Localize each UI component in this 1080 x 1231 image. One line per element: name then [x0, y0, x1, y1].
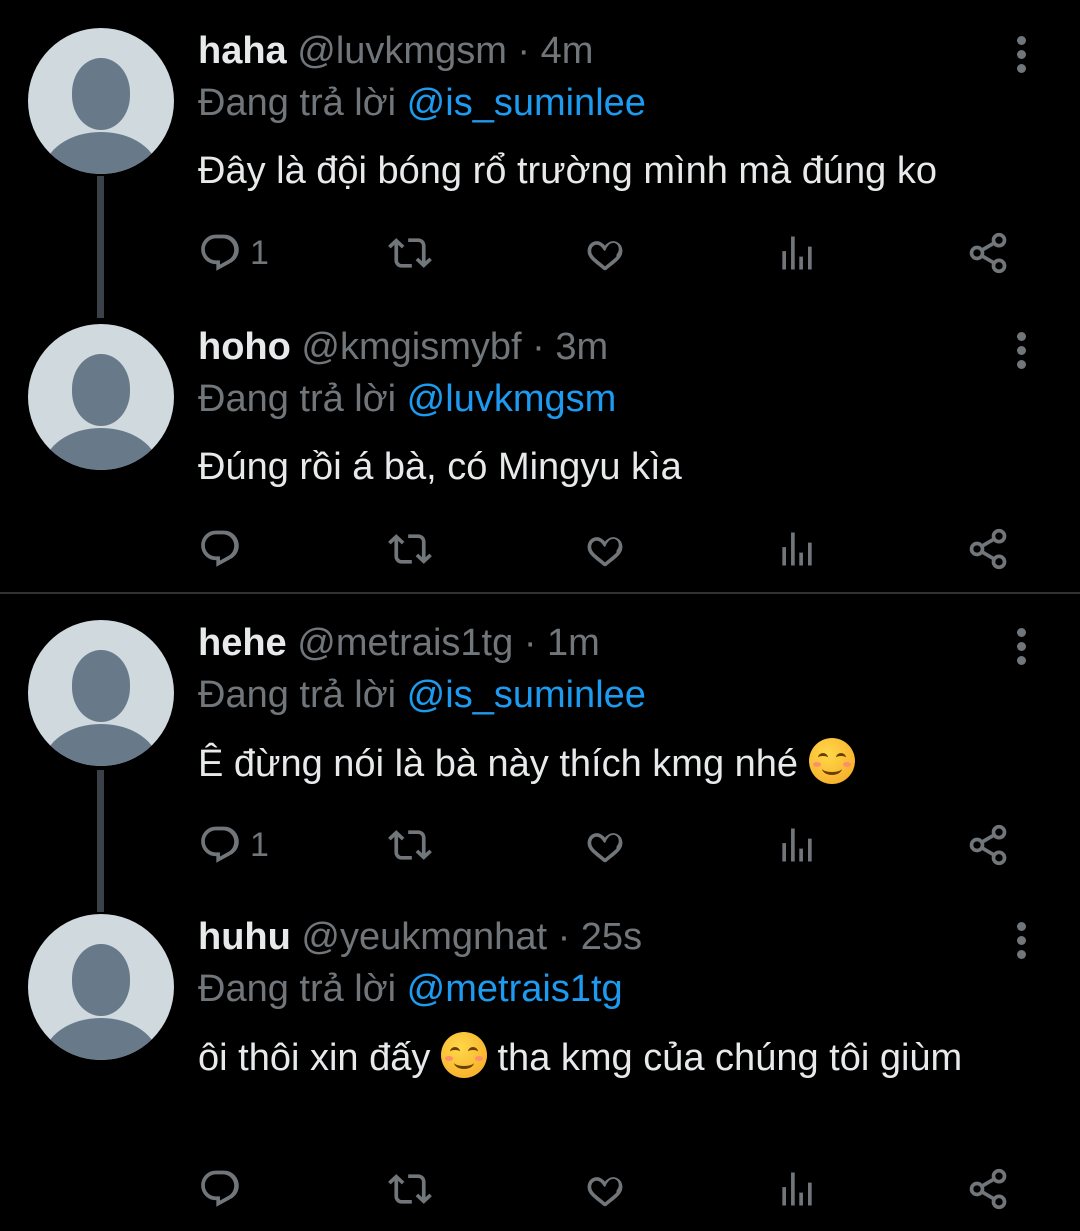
action-bar	[0, 1164, 1080, 1214]
share-icon	[966, 823, 1010, 867]
mention-link[interactable]: @is_suminlee	[407, 674, 646, 716]
timestamp[interactable]: 3m	[555, 326, 608, 368]
avatar[interactable]	[28, 620, 174, 766]
share-icon	[966, 527, 1010, 571]
reply-icon	[198, 1167, 242, 1211]
more-icon[interactable]	[1013, 332, 1029, 372]
share-button[interactable]	[966, 228, 1010, 278]
views-icon	[775, 1167, 819, 1211]
retweet-button[interactable]	[388, 228, 432, 278]
handle[interactable]: @yeukmgnhat	[301, 916, 547, 958]
replying-to: Đang trả lời @is_suminlee	[198, 80, 646, 126]
tweet-text-part: tha kmg của chúng tôi giùm	[497, 1037, 963, 1079]
views-button[interactable]	[775, 524, 819, 574]
tweet-text-part: ôi thôi xin đấy	[198, 1037, 431, 1079]
mention-link[interactable]: @is_suminlee	[407, 82, 646, 124]
retweet-button[interactable]	[388, 524, 432, 574]
reply-icon	[198, 823, 242, 867]
share-icon	[966, 231, 1010, 275]
reply-button[interactable]: 1	[198, 820, 269, 870]
reply-prefix: Đang trả lời	[198, 674, 397, 716]
reply-button[interactable]	[198, 524, 250, 574]
reply-count: 1	[250, 233, 269, 272]
reply-button[interactable]: 1	[198, 228, 269, 278]
smiling-face-emoji	[440, 1032, 487, 1078]
more-icon[interactable]	[1013, 628, 1029, 668]
replying-to: Đang trả lời @metrais1tg	[198, 966, 623, 1012]
like-button[interactable]	[583, 820, 627, 870]
like-icon	[583, 1167, 627, 1211]
display-name[interactable]: hehe	[198, 622, 287, 664]
views-button[interactable]	[775, 1164, 819, 1214]
dot-separator: ·	[532, 326, 545, 368]
retweet-button[interactable]	[388, 820, 432, 870]
tweet[interactable]: huhu @yeukmgnhat · 25s Đang trả lời @met…	[0, 886, 1080, 1231]
tweet-header: huhu @yeukmgnhat · 25s	[198, 914, 642, 960]
views-icon	[775, 527, 819, 571]
display-name[interactable]: huhu	[198, 916, 291, 958]
tweet-header: hehe @metrais1tg · 1m	[198, 620, 600, 666]
mention-link[interactable]: @luvkmgsm	[407, 378, 617, 420]
tweet-text: Đây là đội bóng rổ trường mình mà đúng k…	[198, 150, 937, 192]
display-name[interactable]: haha	[198, 30, 287, 72]
retweet-icon	[388, 527, 432, 571]
reply-count: 1	[250, 825, 269, 864]
views-icon	[775, 823, 819, 867]
tweet-text-part: Ê đừng nói là bà này thích kmg nhé	[198, 743, 799, 785]
dot-separator: ·	[557, 916, 571, 958]
views-button[interactable]	[775, 820, 819, 870]
tweet-text: ôi thôi xin đấy tha kmg của chúng tôi gi…	[198, 1032, 1038, 1083]
more-icon[interactable]	[1013, 36, 1029, 76]
replying-to: Đang trả lời @luvkmgsm	[198, 376, 616, 422]
reply-prefix: Đang trả lời	[198, 968, 397, 1010]
timestamp[interactable]: 1m	[547, 622, 600, 664]
dot-separator: ·	[517, 30, 531, 72]
avatar[interactable]	[28, 914, 174, 1060]
timestamp[interactable]: 4m	[541, 30, 594, 72]
like-icon	[583, 823, 627, 867]
replying-to: Đang trả lời @is_suminlee	[198, 672, 646, 718]
like-button[interactable]	[583, 524, 627, 574]
like-button[interactable]	[583, 228, 627, 278]
avatar[interactable]	[28, 324, 174, 470]
dot-separator: ·	[523, 622, 537, 664]
tweet[interactable]: hoho @kmgismybf · 3m Đang trả lời @luvkm…	[0, 296, 1080, 592]
smiling-face-emoji	[808, 738, 855, 784]
mention-link[interactable]: @metrais1tg	[407, 968, 623, 1010]
handle[interactable]: @kmgismybf	[301, 326, 521, 368]
tweet-text: Đúng rồi á bà, có Mingyu kìa	[198, 446, 682, 488]
action-bar	[0, 524, 1080, 574]
tweet[interactable]: hehe @metrais1tg · 1m Đang trả lời @is_s…	[0, 592, 1080, 892]
reply-prefix: Đang trả lời	[198, 378, 397, 420]
tweet-header: haha @luvkmgsm · 4m	[198, 28, 593, 74]
like-icon	[583, 527, 627, 571]
share-icon	[966, 1167, 1010, 1211]
handle[interactable]: @luvkmgsm	[297, 30, 507, 72]
like-icon	[583, 231, 627, 275]
avatar[interactable]	[28, 28, 174, 174]
reply-prefix: Đang trả lời	[198, 82, 397, 124]
tweet-text: Ê đừng nói là bà này thích kmg nhé	[198, 738, 1038, 789]
more-icon[interactable]	[1013, 922, 1029, 962]
handle[interactable]: @metrais1tg	[297, 622, 513, 664]
share-button[interactable]	[966, 820, 1010, 870]
reply-icon	[198, 527, 242, 571]
action-bar: 1	[0, 820, 1080, 870]
share-button[interactable]	[966, 524, 1010, 574]
display-name[interactable]: hoho	[198, 326, 291, 368]
retweet-icon	[388, 823, 432, 867]
share-button[interactable]	[966, 1164, 1010, 1214]
retweet-button[interactable]	[388, 1164, 432, 1214]
reply-button[interactable]	[198, 1164, 250, 1214]
retweet-icon	[388, 231, 432, 275]
action-bar: 1	[0, 228, 1080, 278]
views-button[interactable]	[775, 228, 819, 278]
retweet-icon	[388, 1167, 432, 1211]
like-button[interactable]	[583, 1164, 627, 1214]
tweet[interactable]: haha @luvkmgsm · 4m Đang trả lời @is_sum…	[0, 0, 1080, 300]
timestamp[interactable]: 25s	[581, 916, 642, 958]
reply-icon	[198, 231, 242, 275]
views-icon	[775, 231, 819, 275]
tweet-header: hoho @kmgismybf · 3m	[198, 324, 608, 370]
